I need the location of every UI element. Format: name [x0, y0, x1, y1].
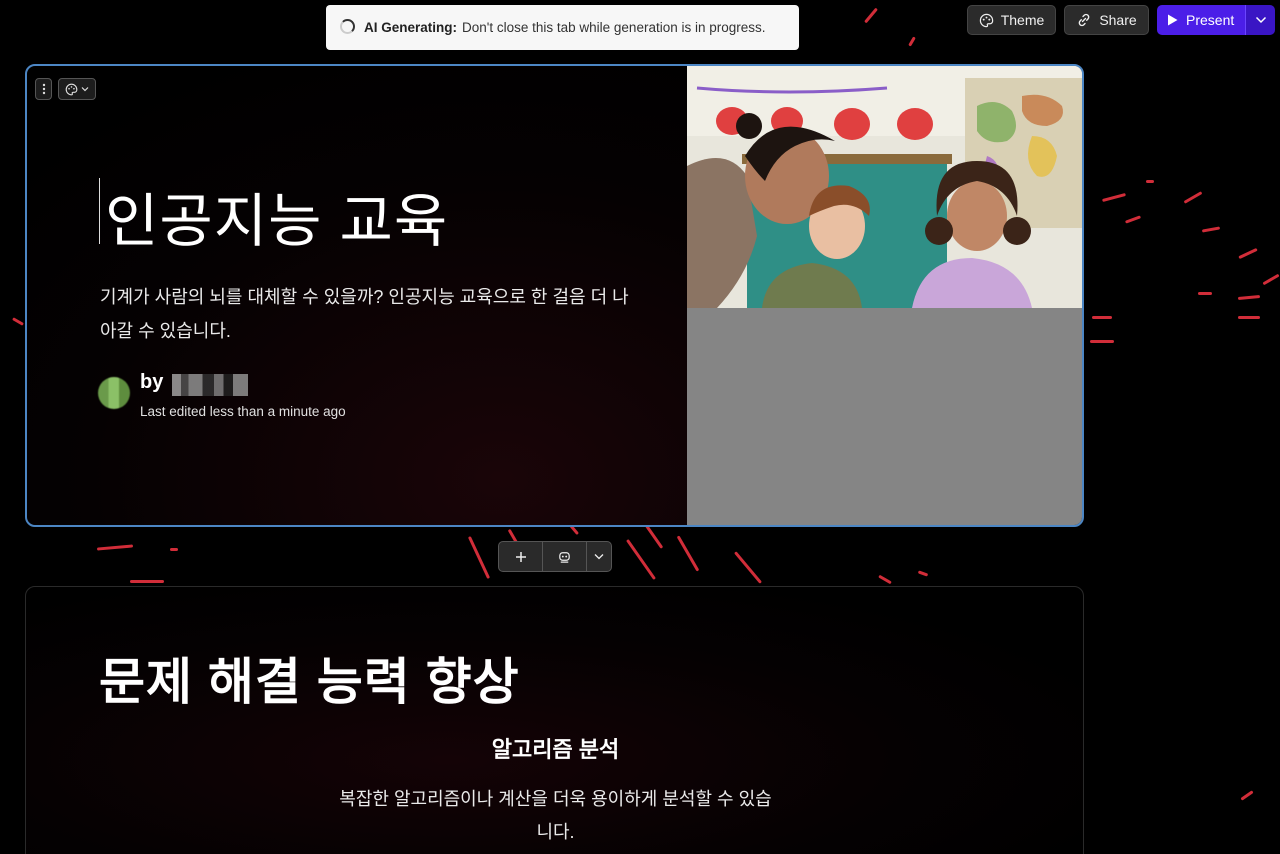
page-title[interactable]: 인공지능 교육	[99, 174, 448, 258]
image-panel[interactable]	[687, 66, 1082, 525]
vertical-dots-icon	[42, 83, 45, 95]
streak	[626, 538, 656, 581]
streak	[96, 544, 134, 551]
chevron-down-icon	[594, 554, 604, 560]
chevron-down-icon	[1255, 16, 1266, 24]
present-button[interactable]: Present	[1157, 5, 1245, 35]
robot-icon	[559, 552, 571, 563]
present-dropdown-button[interactable]	[1245, 5, 1275, 35]
streak	[1092, 316, 1112, 319]
ai-generating-toast: AI Generating: Don't close this tab whil…	[326, 5, 799, 50]
palette-icon	[65, 83, 78, 95]
streak	[1102, 192, 1126, 203]
stage: AI Generating: Don't close this tab whil…	[0, 0, 1280, 854]
chevron-down-icon	[81, 87, 89, 92]
streak	[1090, 340, 1114, 343]
streak	[908, 36, 916, 47]
insert-options-dropdown[interactable]	[587, 542, 611, 571]
theme-button[interactable]: Theme	[967, 5, 1056, 35]
share-button[interactable]: Share	[1064, 5, 1149, 35]
last-edited-text: Last edited less than a minute ago	[140, 404, 346, 419]
palette-icon	[979, 13, 993, 27]
streak	[864, 7, 878, 24]
toast-message: Don't close this tab while generation is…	[462, 20, 766, 35]
streak	[1201, 226, 1221, 233]
ai-card-button[interactable]	[543, 542, 588, 571]
card-menu-button[interactable]	[35, 78, 52, 100]
author-name-redacted	[172, 374, 248, 396]
author-info: by Last edited less than a minute ago	[98, 369, 398, 419]
insert-card-toolbar	[498, 541, 612, 572]
streak	[1238, 316, 1260, 319]
author-prefix: by	[140, 371, 164, 393]
section-subtitle[interactable]: 알고리즘 분석	[26, 732, 1085, 764]
link-icon	[1078, 13, 1090, 27]
streak	[1237, 295, 1261, 300]
streak	[1238, 247, 1258, 260]
share-label: Share	[1099, 12, 1137, 28]
theme-label: Theme	[1000, 12, 1045, 28]
streak	[1124, 215, 1142, 224]
streak	[644, 524, 664, 549]
present-label: Present	[1186, 12, 1235, 28]
streak	[733, 551, 763, 584]
streak	[676, 535, 700, 572]
section-description[interactable]: 복잡한 알고리즘이나 계산을 더욱 용이하게 분석할 수 있습니다.	[338, 783, 773, 849]
present-button-group: Present	[1157, 5, 1275, 35]
loading-spinner-icon	[340, 19, 355, 34]
streak	[878, 574, 892, 585]
play-icon	[1168, 14, 1178, 26]
streak	[1183, 191, 1203, 204]
section-title[interactable]: 문제 해결 능력 향상	[99, 642, 520, 714]
title-card-content: 인공지능 교육 기계가 사람의 뇌를 대체할 수 있을까? 인공지능 교육으로 …	[27, 66, 687, 525]
avatar	[98, 377, 130, 409]
add-card-button[interactable]	[499, 542, 544, 571]
title-card[interactable]: 인공지능 교육 기계가 사람의 뇌를 대체할 수 있을까? 인공지능 교육으로 …	[25, 64, 1084, 527]
streak	[467, 536, 491, 579]
streak	[1262, 273, 1280, 286]
plus-icon	[515, 551, 526, 562]
title-description[interactable]: 기계가 사람의 뇌를 대체할 수 있을까? 인공지능 교육으로 한 걸음 더 나…	[100, 280, 640, 348]
streak	[1198, 292, 1212, 295]
classroom-photo	[687, 66, 1082, 308]
streak	[917, 570, 929, 577]
toast-label: AI Generating:	[364, 20, 458, 35]
streak	[1240, 790, 1254, 801]
content-card[interactable]: 문제 해결 능력 향상 알고리즘 분석 복잡한 알고리즘이나 계산을 더욱 용이…	[25, 586, 1084, 854]
streak	[1146, 180, 1154, 183]
streak	[170, 548, 178, 551]
streak	[130, 580, 164, 583]
streak	[12, 317, 24, 326]
card-style-button[interactable]	[58, 78, 96, 100]
